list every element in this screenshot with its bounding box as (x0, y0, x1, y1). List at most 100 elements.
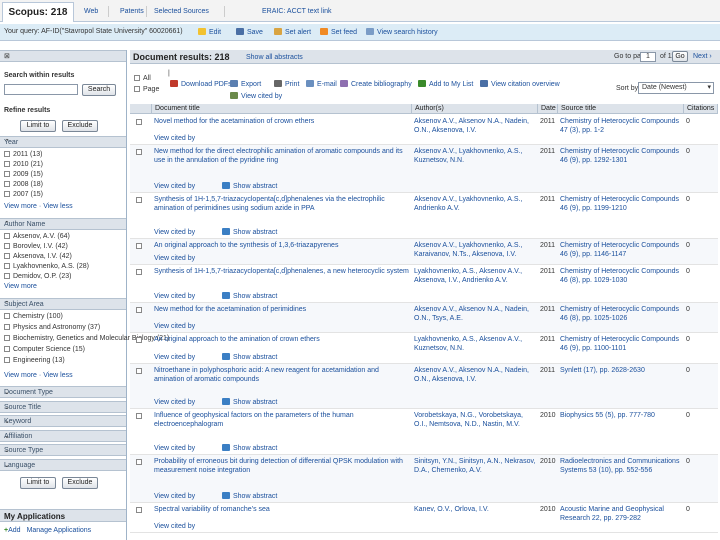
view-cited-by-link[interactable]: View cited by (154, 322, 224, 331)
show-all-abstracts-link[interactable]: Show all abstracts (246, 54, 303, 61)
result-authors[interactable]: Sinitsyn, Y.N., Sinitsyn, A.N., Nekrasov… (414, 457, 536, 475)
tab-scopus[interactable]: Scopus: 218 (2, 2, 74, 22)
view-cited-by-link[interactable]: View cited by (230, 92, 282, 100)
print-link[interactable]: Print (274, 80, 299, 88)
result-source[interactable]: Synlett (17), pp. 2628-2630 (560, 366, 682, 375)
limit-to-button-top[interactable]: Limit to (20, 120, 56, 132)
tab-patents[interactable]: Patents (120, 2, 144, 22)
year-facet-item[interactable]: 2009 (15) (4, 171, 43, 178)
sort-select[interactable]: Date (Newest) ▾ (638, 82, 714, 94)
facet-header-collapsed[interactable]: Keyword ⌄ (0, 415, 126, 428)
author-facet-item[interactable]: Aksenova, I.V. (42) (4, 253, 72, 260)
subject-facet-item[interactable]: Physics and Astronomy (37) (4, 324, 100, 331)
go-button[interactable]: Go (672, 51, 688, 62)
view-cited-by-link[interactable]: View cited by (154, 134, 224, 143)
result-title-link[interactable]: Nitroethane in polyphosphoric acid: A ne… (154, 366, 410, 384)
author-facet-item[interactable]: Lyakhovnenko, A.S. (28) (4, 263, 89, 270)
view-cited-by-link[interactable]: View cited by (154, 444, 224, 453)
subject-view-more[interactable]: View more · View less (4, 372, 73, 379)
view-cited-by-link[interactable]: View cited by (154, 398, 224, 407)
add-app-link[interactable]: Add (8, 527, 20, 534)
result-title-link[interactable]: Spectral variability of romanche’s sea (154, 505, 410, 514)
subject-facet-item[interactable]: Chemistry (100) (4, 313, 63, 320)
col-title[interactable]: Document title (152, 104, 412, 114)
result-authors[interactable]: Aksenov A.V., Aksenov N.A., Nadein, O.N.… (414, 366, 536, 384)
author-header[interactable]: Author Name ⌃ (0, 218, 126, 230)
result-title-link[interactable]: New method for the acetamination of peri… (154, 305, 410, 314)
select-page-checkbox[interactable]: Page (134, 86, 159, 93)
row-checkbox[interactable] (136, 119, 142, 125)
result-title-link[interactable]: Influence of geophysical factors on the … (154, 411, 410, 429)
show-abstract-link[interactable]: Show abstract (222, 398, 292, 407)
facet-header-collapsed[interactable]: Document Type ⌄ (0, 386, 126, 398)
subject-facet-item[interactable]: Engineering (13) (4, 357, 65, 364)
search-within-input[interactable] (4, 84, 78, 95)
result-source[interactable]: Radioelectronics and Communications Syst… (560, 457, 682, 475)
year-facet-item[interactable]: 2007 (15) (4, 191, 43, 198)
citation-overview-link[interactable]: View citation overview (480, 80, 560, 88)
show-abstract-link[interactable]: Show abstract (222, 492, 292, 501)
exclude-button-bottom[interactable]: Exclude (62, 477, 98, 489)
save-query-link[interactable]: Save (236, 28, 263, 36)
set-alert-link[interactable]: Set alert (274, 28, 311, 36)
email-link[interactable]: E-mail (306, 80, 337, 88)
create-bibliography-link[interactable]: Create bibliography (340, 80, 412, 88)
tab-web[interactable]: Web (84, 2, 98, 22)
col-source[interactable]: Source title (558, 104, 684, 114)
year-facet-item[interactable]: 2011 (13) (4, 151, 42, 158)
show-abstract-link[interactable]: Show abstract (222, 228, 292, 237)
result-authors[interactable]: Vorobetskaya, N.G., Vorobetskaya, O.I., … (414, 411, 536, 429)
view-cited-by-link[interactable]: View cited by (154, 492, 224, 501)
row-checkbox[interactable] (136, 243, 142, 249)
search-within-button[interactable]: Search (82, 84, 116, 96)
row-checkbox[interactable] (136, 269, 142, 275)
year-facet-item[interactable]: 2008 (18) (4, 181, 43, 188)
edit-query-link[interactable]: Edit (198, 28, 221, 36)
author-facet-item[interactable]: Aksenov, A.V. (64) (4, 233, 70, 240)
subject-view-less-label[interactable]: View less (43, 372, 72, 379)
author-facet-item[interactable]: Borovlev, I.V. (42) (4, 243, 68, 250)
result-title-link[interactable]: Synthesis of 1H-1,5,7-triazacyclopenta[c… (154, 195, 410, 213)
show-abstract-link[interactable]: Show abstract (222, 292, 292, 301)
result-source[interactable]: Biophysics 55 (5), pp. 777-780 (560, 411, 682, 420)
author-view-more[interactable]: View more (4, 283, 37, 290)
result-authors[interactable]: Lyakhovnenko, A.S., Aksenov A.V., Kuznet… (414, 335, 536, 353)
exclude-button-top[interactable]: Exclude (62, 120, 98, 132)
row-checkbox[interactable] (136, 307, 142, 313)
result-source[interactable]: Chemistry of Heterocyclic Compounds 46 (… (560, 195, 682, 213)
result-source[interactable]: Chemistry of Heterocyclic Compounds 46 (… (560, 267, 682, 285)
result-source[interactable]: Chemistry of Heterocyclic Compounds 46 (… (560, 241, 682, 259)
add-to-list-link[interactable]: Add to My List (418, 80, 473, 88)
result-source[interactable]: Acoustic Marine and Geophysical Research… (560, 505, 682, 523)
row-checkbox[interactable] (136, 149, 142, 155)
view-cited-by-link[interactable]: View cited by (154, 182, 224, 191)
limit-to-button-bottom[interactable]: Limit to (20, 477, 56, 489)
result-authors[interactable]: Kanev, O.V., Orlova, I.V. (414, 505, 536, 514)
next-page-link[interactable]: Next › (693, 53, 712, 60)
show-abstract-link[interactable]: Show abstract (222, 444, 292, 453)
result-authors[interactable]: Lyakhovnenko, A.S., Aksenov A.V., Akseno… (414, 267, 536, 285)
result-authors[interactable]: Aksenov A.V., Lyakhovnenko, A.S., Karaiv… (414, 241, 536, 259)
result-authors[interactable]: Aksenov A.V., Aksenov N.A., Nadein, O.N.… (414, 305, 536, 323)
show-abstract-link[interactable]: Show abstract (222, 182, 292, 191)
result-authors[interactable]: Aksenov A.V., Lyakhovnenko, A.S., Kuznet… (414, 147, 536, 165)
tab-eraic[interactable]: ERAIC: ACCT text link (262, 2, 332, 22)
col-authors[interactable]: Author(s) (412, 104, 538, 114)
manage-apps-link[interactable]: Manage Applications (27, 527, 92, 534)
col-date[interactable]: Date (538, 104, 558, 114)
result-title-link[interactable]: Probability of erroneous bit during dete… (154, 457, 410, 475)
facet-header-collapsed[interactable]: Source Title ⌄ (0, 400, 126, 413)
result-title-link[interactable]: Synthesis of 1H-1,5,7-triazacyclopenta[c… (154, 267, 410, 276)
result-title-link[interactable]: An original approach to the amination of… (154, 335, 410, 344)
row-checkbox[interactable] (136, 507, 142, 513)
view-cited-by-link[interactable]: View cited by (154, 254, 224, 263)
result-source[interactable]: Chemistry of Heterocyclic Compounds 46 (… (560, 147, 682, 165)
row-checkbox[interactable] (136, 368, 142, 374)
show-abstract-link[interactable]: Show abstract (222, 353, 292, 362)
year-view-less-label[interactable]: View less (43, 203, 72, 210)
result-title-link[interactable]: Novel method for the acetamination of cr… (154, 117, 410, 126)
author-facet-item[interactable]: Demidov, O.P. (23) (4, 273, 72, 280)
export-link[interactable]: Export (230, 80, 261, 88)
select-all-checkbox[interactable]: All (134, 75, 151, 82)
subject-header[interactable]: Subject Area ⌃ (0, 298, 126, 310)
